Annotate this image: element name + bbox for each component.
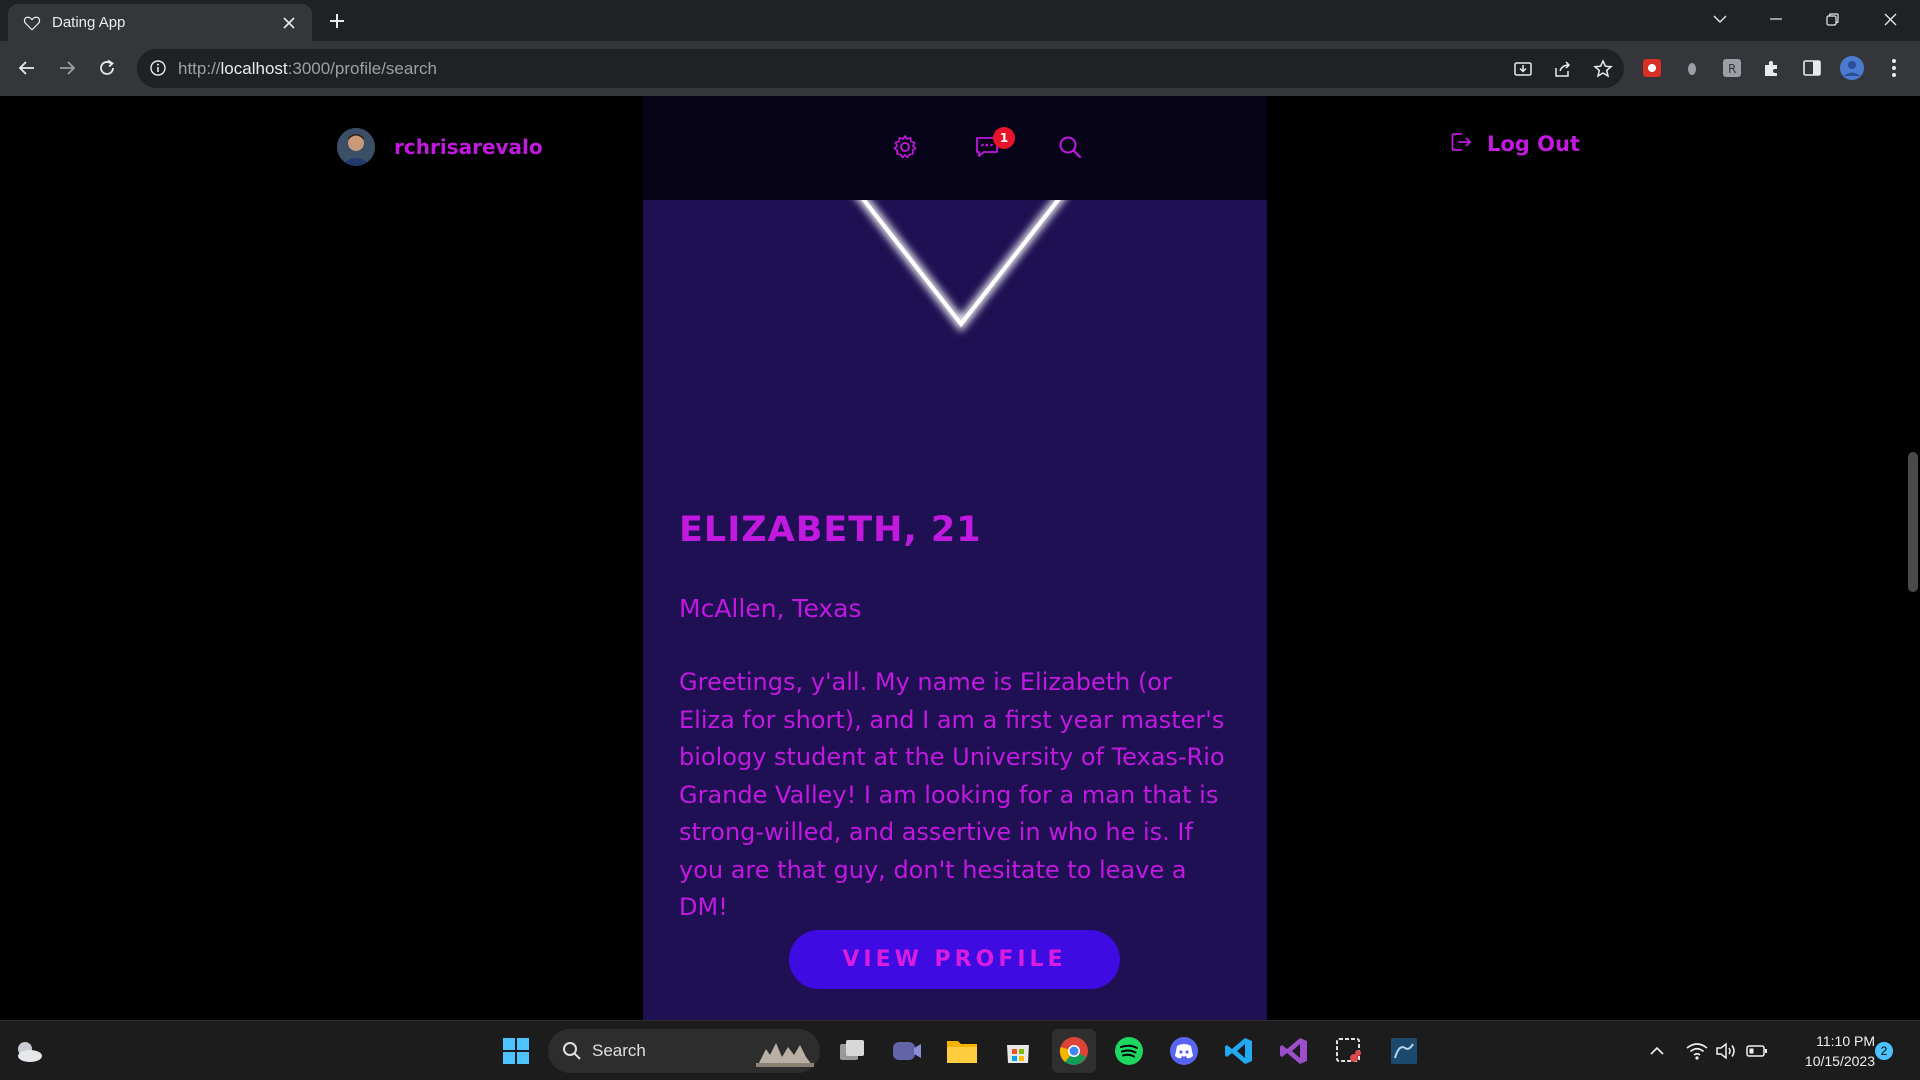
extension-r-icon[interactable]: R bbox=[1719, 55, 1745, 81]
messages-badge: 1 bbox=[993, 127, 1015, 149]
forward-button[interactable] bbox=[53, 54, 81, 82]
profile-name-age: ELIZABETH, 21 bbox=[679, 510, 982, 550]
logout-button[interactable]: Log Out bbox=[1449, 130, 1580, 158]
minimize-button[interactable] bbox=[1748, 0, 1804, 38]
windows-start-icon[interactable] bbox=[494, 1029, 538, 1073]
avatar bbox=[337, 128, 375, 166]
restore-button[interactable] bbox=[1804, 0, 1860, 38]
weather-widget-icon[interactable] bbox=[6, 1029, 50, 1073]
file-explorer-icon[interactable] bbox=[940, 1029, 984, 1073]
taskbar-search-box[interactable]: Search bbox=[548, 1029, 820, 1073]
page-scrollbar-thumb[interactable] bbox=[1908, 452, 1918, 592]
reload-button[interactable] bbox=[93, 54, 121, 82]
browser-toolbar: http://localhost:3000/profile/search R bbox=[0, 41, 1920, 96]
url-text: http://localhost:3000/profile/search bbox=[178, 59, 437, 78]
vscode-icon[interactable] bbox=[1217, 1029, 1261, 1073]
profile-bio: Greetings, y'all. My name is Elizabeth (… bbox=[679, 668, 1225, 921]
side-panel-icon[interactable] bbox=[1799, 55, 1825, 81]
bookmark-star-icon[interactable] bbox=[1591, 57, 1615, 81]
browser-tab[interactable]: Dating App bbox=[8, 4, 312, 41]
page-viewport: ELIZABETH, 21 McAllen, Texas Greetings, … bbox=[0, 96, 1920, 1020]
taskbar-clock[interactable]: 11:10 PM 10/15/2023 bbox=[1780, 1031, 1875, 1071]
wifi-icon[interactable] bbox=[1685, 1039, 1709, 1063]
app-nav-bar bbox=[643, 96, 1267, 200]
microsoft-store-icon[interactable] bbox=[996, 1029, 1040, 1073]
task-view-icon[interactable] bbox=[830, 1029, 874, 1073]
search-highlight-icon bbox=[756, 1035, 814, 1071]
extensions-puzzle-icon[interactable] bbox=[1759, 55, 1785, 81]
mysql-workbench-icon[interactable] bbox=[1382, 1029, 1426, 1073]
heart-icon bbox=[22, 13, 42, 33]
profile-location: McAllen, Texas bbox=[679, 594, 862, 623]
notification-count-badge[interactable]: 2 bbox=[1875, 1042, 1893, 1060]
close-window-button[interactable] bbox=[1862, 0, 1918, 38]
spotify-icon[interactable] bbox=[1107, 1029, 1151, 1073]
taskbar-search-label: Search bbox=[592, 1041, 646, 1060]
discord-icon[interactable] bbox=[1162, 1029, 1206, 1073]
tab-title: Dating App bbox=[52, 14, 126, 31]
snipping-tool-icon[interactable] bbox=[1327, 1029, 1371, 1073]
clock-time: 11:10 PM bbox=[1816, 1033, 1875, 1049]
user-profile-link[interactable]: rchrisarevalo bbox=[337, 128, 543, 166]
username-label: rchrisarevalo bbox=[394, 135, 543, 159]
new-tab-button[interactable] bbox=[325, 9, 349, 33]
back-button[interactable] bbox=[13, 54, 41, 82]
logout-label: Log Out bbox=[1487, 132, 1580, 156]
visual-studio-icon[interactable] bbox=[1272, 1029, 1316, 1073]
close-tab-icon[interactable] bbox=[278, 12, 300, 34]
chrome-taskbar-icon[interactable] bbox=[1052, 1029, 1096, 1073]
show-hidden-icons-chevron[interactable] bbox=[1645, 1039, 1669, 1063]
teams-chat-icon[interactable] bbox=[885, 1029, 929, 1073]
install-app-icon[interactable] bbox=[1511, 57, 1535, 81]
address-bar[interactable]: http://localhost:3000/profile/search bbox=[137, 49, 1624, 88]
view-profile-button[interactable]: VIEW PROFILE bbox=[789, 930, 1120, 989]
tab-search-chevron-icon[interactable] bbox=[1692, 0, 1748, 38]
share-icon[interactable] bbox=[1551, 57, 1575, 81]
logout-icon bbox=[1449, 130, 1473, 158]
browser-tab-strip: Dating App bbox=[0, 0, 1920, 41]
extension-gray-icon[interactable] bbox=[1679, 55, 1705, 81]
clock-date: 10/15/2023 bbox=[1804, 1053, 1875, 1069]
view-profile-label: VIEW PROFILE bbox=[842, 947, 1067, 972]
extension-red-icon[interactable] bbox=[1639, 55, 1665, 81]
volume-icon[interactable] bbox=[1714, 1039, 1738, 1063]
settings-icon[interactable] bbox=[890, 132, 920, 162]
profile-avatar-icon[interactable] bbox=[1839, 55, 1865, 81]
menu-kebab-icon[interactable] bbox=[1881, 55, 1907, 81]
site-info-icon[interactable] bbox=[149, 59, 167, 77]
battery-icon[interactable] bbox=[1745, 1039, 1769, 1063]
search-icon[interactable] bbox=[1055, 132, 1085, 162]
taskbar: Search 11:10 PM 10/15/2023 2 bbox=[0, 1020, 1920, 1080]
search-icon bbox=[562, 1041, 582, 1061]
svg-text:R: R bbox=[1728, 62, 1736, 76]
profile-card: ELIZABETH, 21 McAllen, Texas Greetings, … bbox=[643, 96, 1267, 1020]
